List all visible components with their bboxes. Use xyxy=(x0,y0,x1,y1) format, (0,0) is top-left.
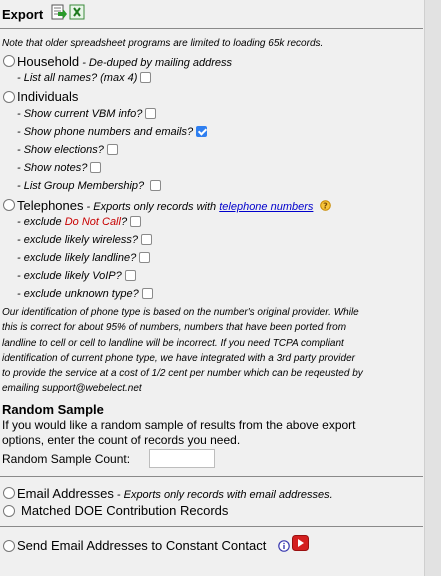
svg-text:?: ? xyxy=(323,202,328,211)
household-desc: - De-duped by mailing address xyxy=(79,57,233,69)
export-note: Note that older spreadsheet programs are… xyxy=(2,38,324,49)
exclude-wireless-checkbox[interactable] xyxy=(141,234,153,245)
group-membership-checkbox[interactable] xyxy=(150,180,162,191)
list-all-names-label: - List all names? (max 4) xyxy=(17,72,138,84)
exclude-voip-checkbox[interactable] xyxy=(124,270,136,281)
email-addresses-option: Email Addresses - Exports only records w… xyxy=(17,485,333,503)
exclude-voip-label: - exclude likely VoIP? xyxy=(17,270,122,282)
exclude-landline-label: - exclude likely landline? xyxy=(17,252,137,264)
email-addresses-radio[interactable] xyxy=(3,487,15,499)
exclude-unknown-option: - exclude unknown type? xyxy=(17,288,153,300)
show-elections-label: - Show elections? xyxy=(17,144,104,156)
household-radio[interactable] xyxy=(3,55,15,67)
page-edge xyxy=(424,0,441,576)
show-notes-checkbox[interactable] xyxy=(90,162,102,173)
show-elections-option: - Show elections? xyxy=(17,144,118,156)
exclude-unknown-checkbox[interactable] xyxy=(141,288,153,299)
exclude-dnc-option: - exclude Do Not Call? xyxy=(17,216,142,228)
phone-emails-label: - Show phone numbers and emails? xyxy=(17,126,194,138)
telephones-label: Telephones xyxy=(17,198,84,213)
doe-label: Matched DOE Contribution Records xyxy=(21,503,229,518)
telephones-radio[interactable] xyxy=(3,199,15,211)
paragraph-line: Our identification of phone type is base… xyxy=(2,307,359,318)
exclude-landline-checkbox[interactable] xyxy=(139,252,151,263)
exclude-dnc-prefix: - exclude xyxy=(17,216,65,228)
divider xyxy=(0,476,423,477)
export-title: Export xyxy=(2,7,44,22)
random-sample-title: Random Sample xyxy=(2,402,104,417)
show-notes-label: - Show notes? xyxy=(17,162,88,174)
excel-icon[interactable] xyxy=(69,4,85,20)
random-sample-count-input[interactable] xyxy=(149,449,215,468)
household-option: Household - De-duped by mailing address xyxy=(17,53,232,71)
paragraph-line: emailing support@webelect.net xyxy=(2,383,142,395)
individuals-radio[interactable] xyxy=(3,91,15,103)
vbm-info-option: - Show current VBM info? xyxy=(17,108,157,120)
email-addresses-desc: - Exports only records with email addres… xyxy=(113,489,333,501)
play-icon[interactable] xyxy=(292,535,309,556)
divider xyxy=(0,526,423,527)
vbm-info-label: - Show current VBM info? xyxy=(17,108,143,120)
paragraph-line: identification of current phone type, we… xyxy=(2,352,355,364)
show-notes-option: - Show notes? xyxy=(17,162,102,174)
doe-radio[interactable] xyxy=(3,505,15,517)
household-label: Household xyxy=(17,54,80,69)
individuals-label: Individuals xyxy=(17,89,79,104)
phone-emails-checkbox[interactable] xyxy=(196,126,208,137)
show-elections-checkbox[interactable] xyxy=(106,144,118,155)
random-sample-desc-line: options, enter the count of records you … xyxy=(2,433,241,447)
telephones-desc: - Exports only records with xyxy=(83,201,220,213)
vbm-info-checkbox[interactable] xyxy=(145,108,157,119)
random-sample-desc: If you would like a random sample of res… xyxy=(2,418,356,448)
exclude-unknown-label: - exclude unknown type? xyxy=(17,288,139,300)
paragraph-line: landline to cell or cell to landline wil… xyxy=(2,337,344,349)
exclude-dnc-checkbox[interactable] xyxy=(130,216,142,227)
phone-type-paragraph: Our identification of phone type is base… xyxy=(2,305,422,397)
random-sample-desc-line: If you would like a random sample of res… xyxy=(2,418,356,432)
paragraph-line: to provide the service at a cost of 1/2 … xyxy=(2,368,363,380)
header-divider xyxy=(0,28,423,29)
exclude-wireless-label: - exclude likely wireless? xyxy=(17,234,139,246)
list-all-names-option: - List all names? (max 4) xyxy=(17,72,152,84)
help-icon[interactable]: ? xyxy=(320,198,331,216)
do-not-call-text: Do Not Call xyxy=(64,216,121,228)
telephones-option: Telephones - Exports only records with t… xyxy=(17,197,331,216)
constant-contact-label: Send Email Addresses to Constant Contact xyxy=(17,538,267,553)
group-membership-option: - List Group Membership? xyxy=(17,180,162,192)
export-icon[interactable] xyxy=(51,4,67,20)
constant-contact-radio[interactable] xyxy=(3,540,15,552)
telephone-numbers-link[interactable]: telephone numbers xyxy=(219,201,313,213)
email-addresses-label: Email Addresses xyxy=(17,486,114,501)
paragraph-line: this is correct for about 95% of numbers… xyxy=(2,322,347,334)
exclude-wireless-option: - exclude likely wireless? xyxy=(17,234,153,246)
exclude-landline-option: - exclude likely landline? xyxy=(17,252,151,264)
phone-emails-option: - Show phone numbers and emails? xyxy=(17,126,208,138)
exclude-voip-option: - exclude likely VoIP? xyxy=(17,270,136,282)
exclude-dnc-suffix: ? xyxy=(120,216,128,228)
list-all-names-checkbox[interactable] xyxy=(140,72,152,83)
export-panel: Export Note that older spreadsheet progr… xyxy=(0,0,424,576)
group-membership-label: - List Group Membership? xyxy=(17,180,145,192)
info-icon[interactable] xyxy=(278,539,290,557)
random-sample-count-label: Random Sample Count: xyxy=(2,452,131,466)
